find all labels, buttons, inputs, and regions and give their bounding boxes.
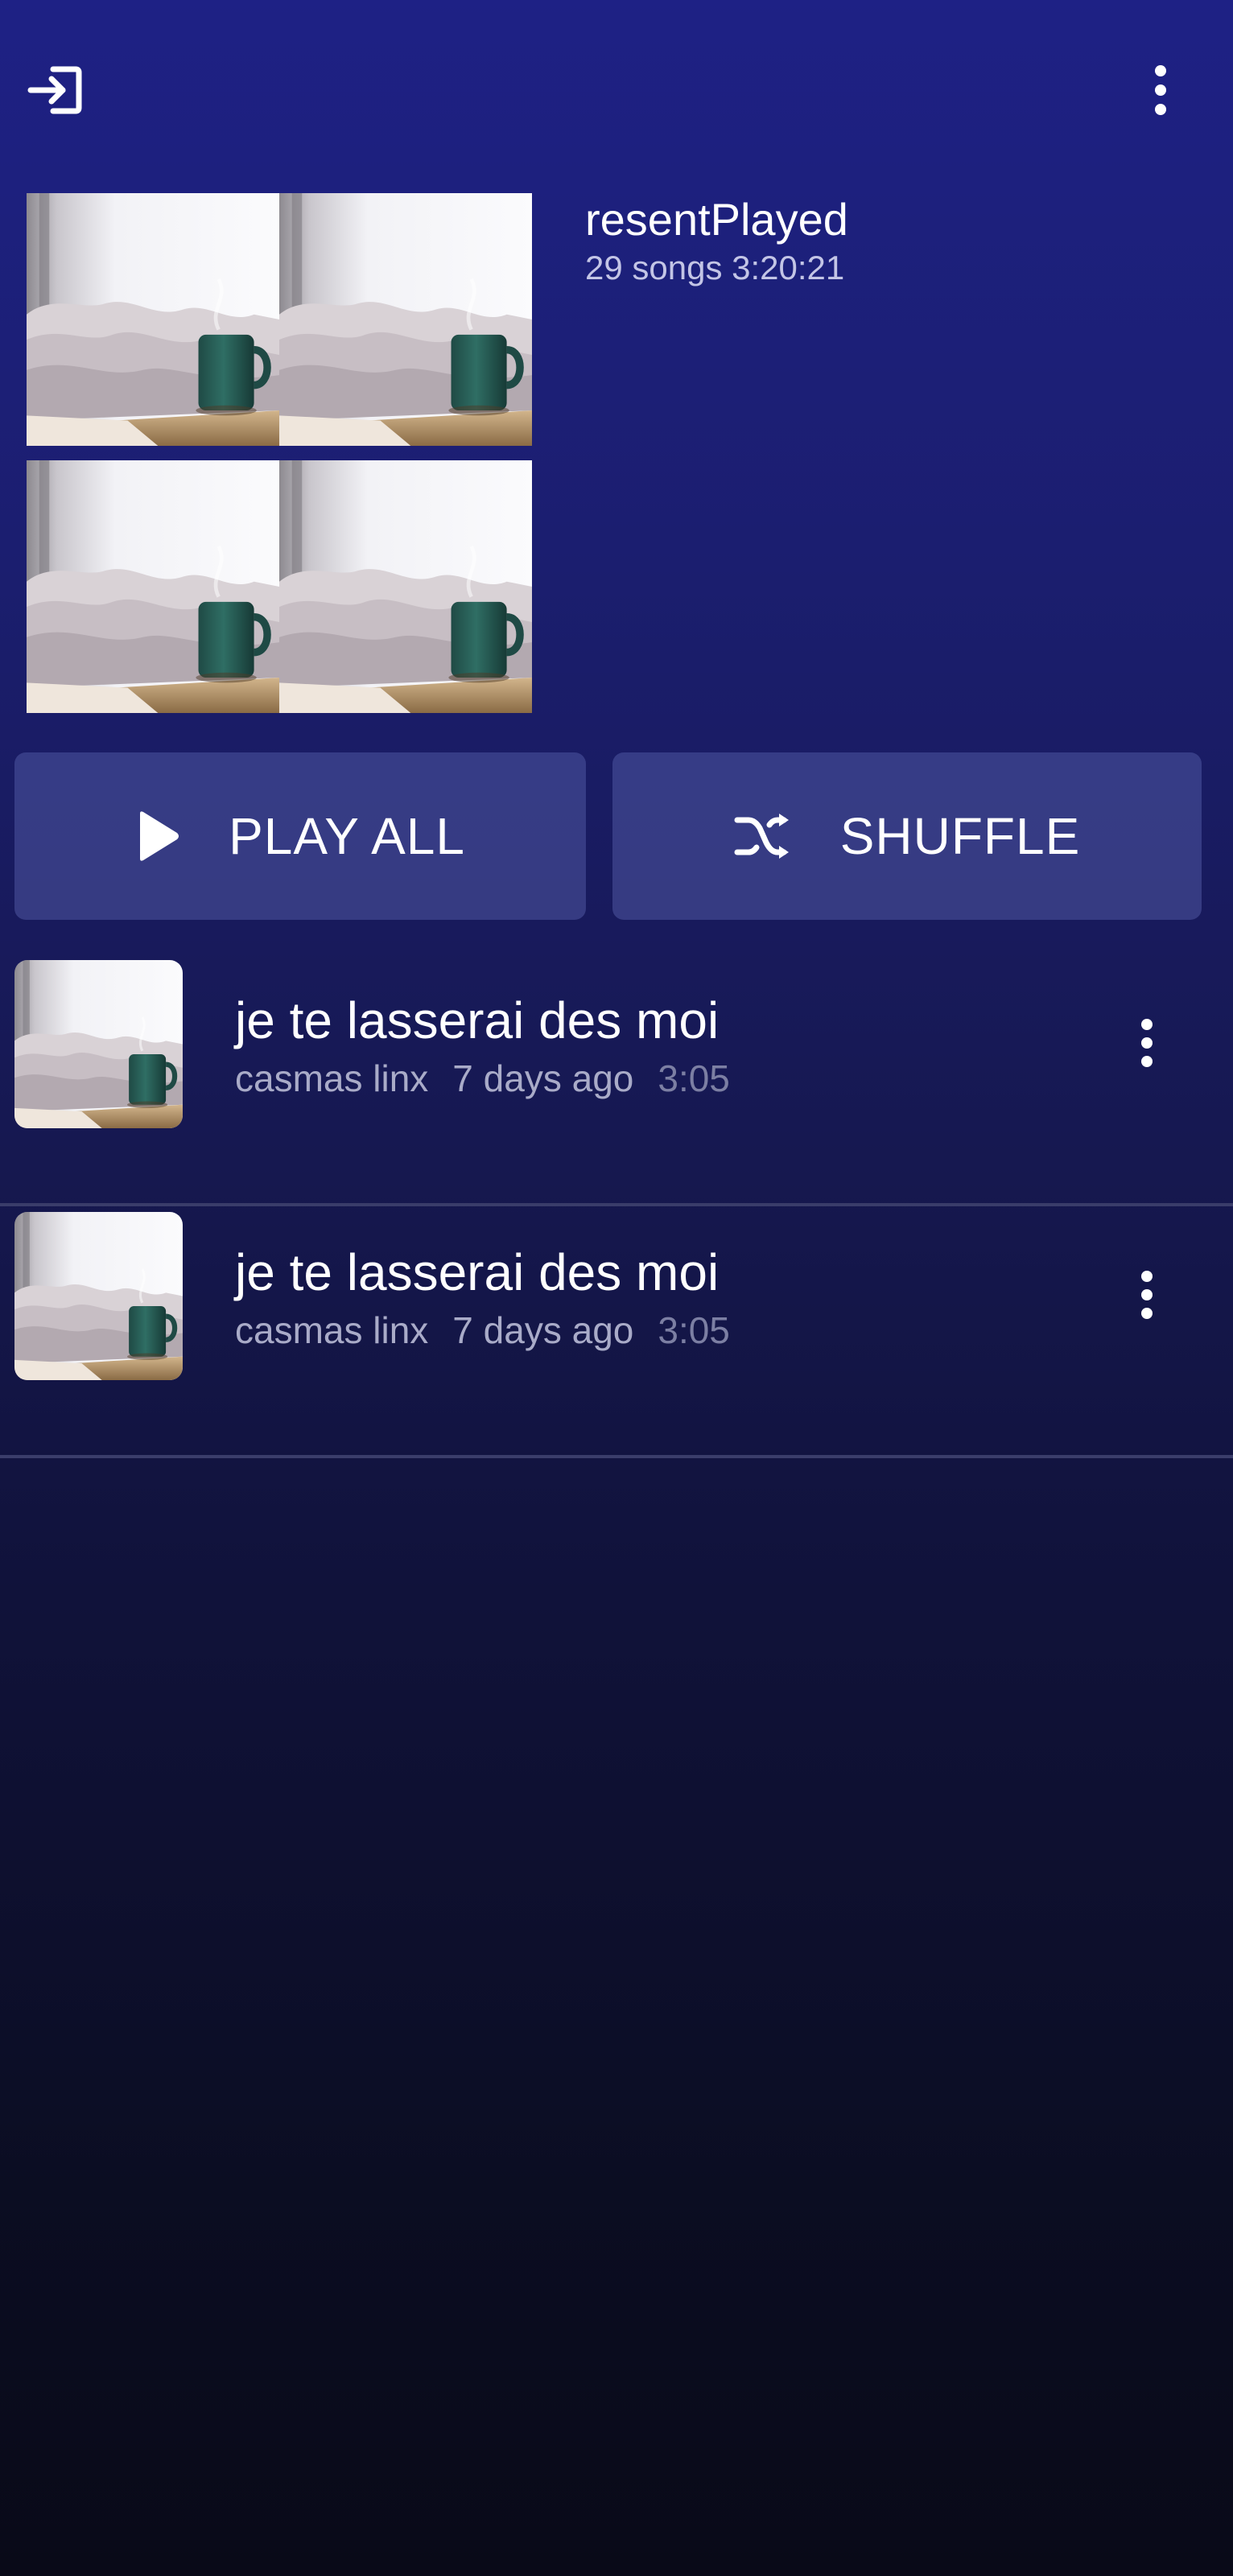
song-meta: casmas linx 7 days ago 3:05 [235,1056,730,1101]
play-all-button[interactable]: PLAY ALL [14,752,586,920]
cover-tile [279,460,532,713]
song-title: je te lasserai des moi [235,991,720,1049]
cover-tile [279,193,532,446]
song-added-time: 7 days ago [452,1057,634,1099]
more-vert-icon[interactable] [1127,56,1194,124]
song-title: je te lasserai des moi [235,1243,720,1301]
song-added-time: 7 days ago [452,1309,634,1351]
playlist-title: resentPlayed [585,194,848,245]
playlist-cover-collage [27,193,534,713]
shuffle-label: SHUFFLE [839,807,1081,865]
play-all-label: PLAY ALL [229,807,465,865]
top-bar [0,0,1233,173]
song-row[interactable]: je te lasserai des moi casmas linx 7 days… [0,1206,1233,1458]
song-duration: 3:05 [658,1057,730,1099]
song-meta: casmas linx 7 days ago 3:05 [235,1308,730,1353]
song-list: je te lasserai des moi casmas linx 7 days… [0,954,1233,1458]
cover-tile [27,193,279,446]
song-more-icon[interactable] [1119,1003,1175,1083]
shuffle-button[interactable]: SHUFFLE [612,752,1202,920]
cover-tile [27,460,279,713]
song-duration: 3:05 [658,1309,730,1351]
song-row[interactable]: je te lasserai des moi casmas linx 7 days… [0,954,1233,1206]
play-icon [135,810,180,862]
song-artist: casmas linx [235,1057,429,1099]
song-artwork [14,960,183,1128]
login-icon[interactable] [21,56,89,124]
shuffle-icon [734,812,792,860]
song-artwork [14,1212,183,1380]
playlist-info: resentPlayed 29 songs 3:20:21 [585,192,848,288]
playlist-meta: 29 songs 3:20:21 [585,249,845,286]
song-artist: casmas linx [235,1309,429,1351]
song-more-icon[interactable] [1119,1255,1175,1335]
